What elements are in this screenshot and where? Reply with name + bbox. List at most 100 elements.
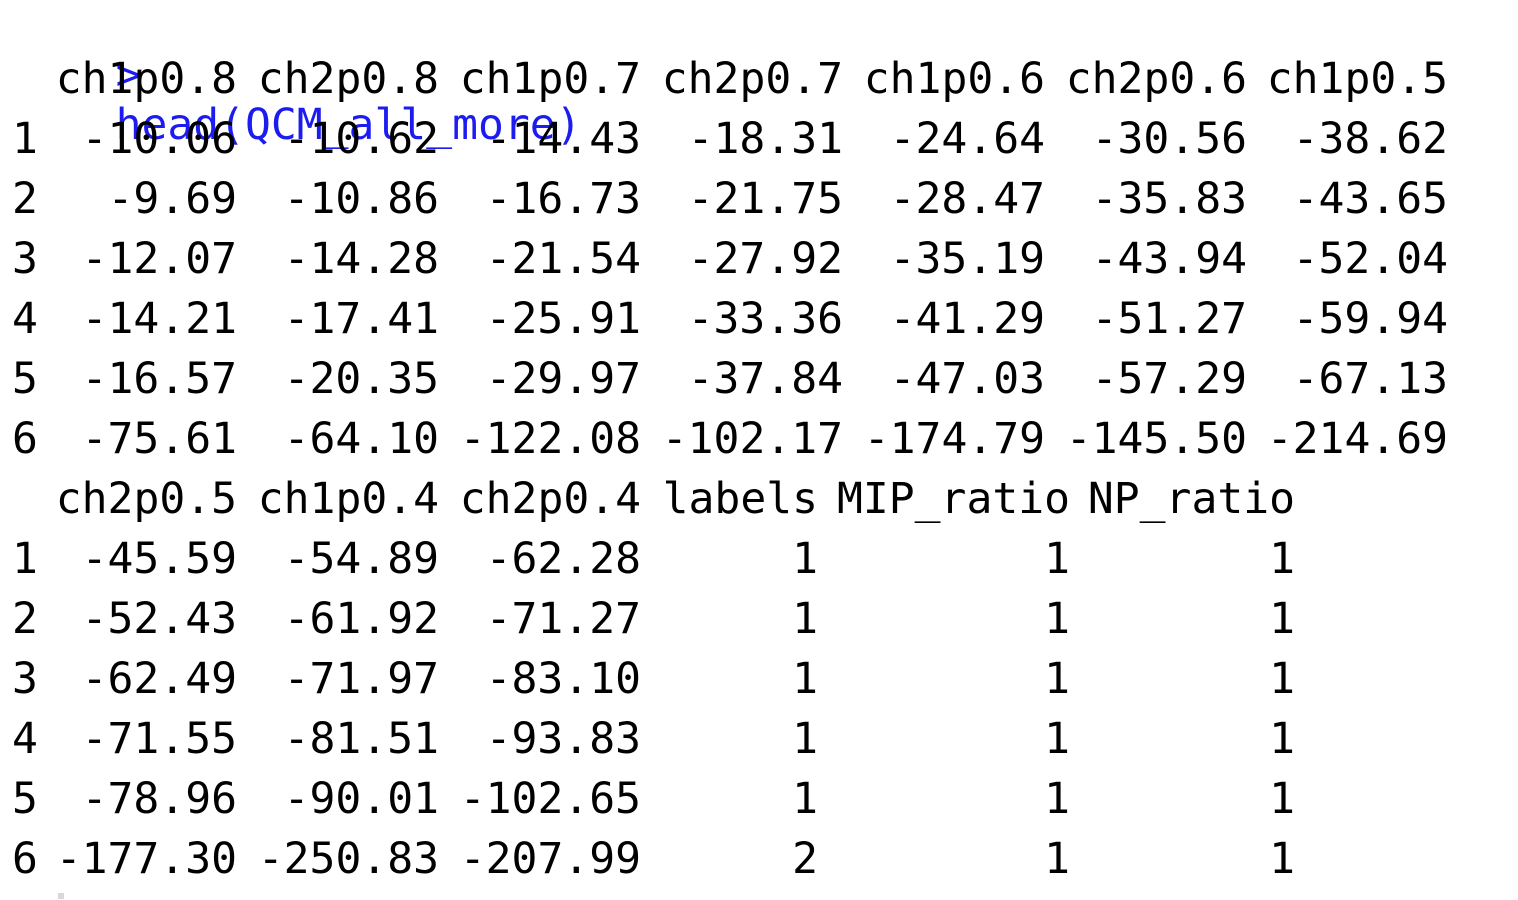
table-cell: -33.36	[687, 294, 843, 344]
table-cell: -102.65	[459, 774, 641, 824]
table-cell: -45.59	[81, 534, 237, 584]
row-name: 2	[12, 174, 38, 224]
table-cell: -52.43	[81, 594, 237, 644]
table-cell: 1	[1044, 594, 1070, 644]
row-name: 2	[12, 594, 38, 644]
table-cell: -9.69	[107, 174, 237, 224]
table-cell: -59.94	[1292, 294, 1448, 344]
table-cell: -21.75	[687, 174, 843, 224]
table-cell: 1	[1044, 714, 1070, 764]
table-cell: 1	[1269, 774, 1295, 824]
table-header-row: ch1p0.8 ch2p0.8 ch1p0.7 ch2p0.7 ch1p0.6 ch2p0…	[12, 54, 1512, 114]
column-header: NP_ratio	[1087, 474, 1295, 524]
table-cell: 1	[1044, 654, 1070, 704]
table-cell: -71.97	[283, 654, 439, 704]
column-header: ch1p0.7	[459, 54, 641, 104]
r-console-output: > head(QCM_all_more) ch1p0.8 ch2p0.8 ch1p0…	[12, 0, 1512, 894]
table-cell: -24.64	[889, 114, 1045, 164]
row-name: 5	[12, 354, 38, 404]
command-line[interactable]: > head(QCM_all_more)	[12, 0, 1512, 150]
table-cell: -174.79	[863, 414, 1045, 464]
table-cell: -41.29	[889, 294, 1045, 344]
table-cell: -43.94	[1091, 234, 1247, 284]
column-header: ch1p0.4	[257, 474, 439, 524]
column-header: ch1p0.6	[863, 54, 1045, 104]
column-header: ch2p0.7	[661, 54, 843, 104]
table-cell: 1	[1044, 774, 1070, 824]
table-cell: -47.03	[889, 354, 1045, 404]
column-header: ch2p0.8	[257, 54, 439, 104]
table-cell: -78.96	[81, 774, 237, 824]
column-header: MIP_ratio	[837, 474, 1070, 524]
table-header-row: ch2p0.5 ch1p0.4 ch2p0.4 labels MIP_ratio NP_r…	[12, 474, 1512, 534]
table-cell: -214.69	[1266, 414, 1448, 464]
table-row: 1 -10.06 -10.62 -14.43 -18.31 -24.64 -30.56 -38…	[12, 114, 1512, 174]
column-header: ch1p0.8	[55, 54, 237, 104]
table-cell: -35.83	[1091, 174, 1247, 224]
table-cell: -250.83	[257, 834, 439, 884]
column-header: labels	[662, 474, 818, 524]
row-name: 6	[12, 834, 38, 884]
column-header: ch2p0.5	[55, 474, 237, 524]
table-cell: -122.08	[459, 414, 641, 464]
table-cell: -21.54	[485, 234, 641, 284]
row-name: 6	[12, 414, 38, 464]
column-header: ch1p0.5	[1266, 54, 1448, 104]
table-cell: -16.57	[81, 354, 237, 404]
table-cell: 1	[792, 714, 818, 764]
row-name: 1	[12, 114, 38, 164]
table-cell: -90.01	[283, 774, 439, 824]
table-cell: -43.65	[1292, 174, 1448, 224]
table-cell: -81.51	[283, 714, 439, 764]
table-cell: -18.31	[687, 114, 843, 164]
row-name: 4	[12, 294, 38, 344]
table-cell: 1	[1269, 534, 1295, 584]
row-name: 3	[12, 234, 38, 284]
table-cell: -207.99	[459, 834, 641, 884]
table-row: 1 -45.59 -54.89 -62.28 1 1 1	[12, 534, 1512, 594]
table-cell: -83.10	[485, 654, 641, 704]
output-block-1: ch1p0.8 ch2p0.8 ch1p0.7 ch2p0.7 ch1p0.6 ch2p0…	[12, 54, 1512, 474]
table-row: 6 -177.30 -250.83 -207.99 2 1 1	[12, 834, 1512, 894]
table-cell: -20.35	[283, 354, 439, 404]
table-cell: -67.13	[1292, 354, 1448, 404]
row-name: 1	[12, 534, 38, 584]
table-cell: -10.06	[81, 114, 237, 164]
table-cell: -71.55	[81, 714, 237, 764]
table-cell: -30.56	[1091, 114, 1247, 164]
table-cell: -14.43	[485, 114, 641, 164]
table-row: 3 -12.07 -14.28 -21.54 -27.92 -35.19 -43.94 -52…	[12, 234, 1512, 294]
cursor-indicator	[58, 893, 64, 899]
table-cell: 1	[792, 774, 818, 824]
table-cell: -17.41	[283, 294, 439, 344]
table-row: 5 -78.96 -90.01 -102.65 1 1 1	[12, 774, 1512, 834]
table-cell: -35.19	[889, 234, 1045, 284]
row-name: 4	[12, 714, 38, 764]
table-row: 4 -14.21 -17.41 -25.91 -33.36 -41.29 -51.27 -59…	[12, 294, 1512, 354]
table-row: 3 -62.49 -71.97 -83.10 1 1 1	[12, 654, 1512, 714]
table-cell: 2	[792, 834, 818, 884]
table-row: 2 -9.69 -10.86 -16.73 -21.75 -28.47 -35.83 -43.…	[12, 174, 1512, 234]
table-cell: 1	[1269, 654, 1295, 704]
table-cell: -51.27	[1091, 294, 1247, 344]
output-block-2: ch2p0.5 ch1p0.4 ch2p0.4 labels MIP_ratio NP_r…	[12, 474, 1512, 894]
table-cell: 1	[1269, 714, 1295, 764]
table-cell: -145.50	[1065, 414, 1247, 464]
table-cell: -64.10	[283, 414, 439, 464]
table-cell: -62.28	[485, 534, 641, 584]
table-cell: -61.92	[283, 594, 439, 644]
table-cell: -57.29	[1091, 354, 1247, 404]
table-cell: 1	[1269, 834, 1295, 884]
table-cell: -37.84	[687, 354, 843, 404]
table-cell: -12.07	[81, 234, 237, 284]
table-cell: 1	[792, 534, 818, 584]
table-cell: -10.86	[283, 174, 439, 224]
table-cell: -10.62	[283, 114, 439, 164]
row-name: 3	[12, 654, 38, 704]
table-cell: -54.89	[283, 534, 439, 584]
table-row: 5 -16.57 -20.35 -29.97 -37.84 -47.03 -57.29 -67…	[12, 354, 1512, 414]
table-row: 6 -75.61 -64.10 -122.08 -102.17 -174.79 -145.5…	[12, 414, 1512, 474]
table-cell: -28.47	[889, 174, 1045, 224]
table-cell: -62.49	[81, 654, 237, 704]
table-cell: -177.30	[55, 834, 237, 884]
